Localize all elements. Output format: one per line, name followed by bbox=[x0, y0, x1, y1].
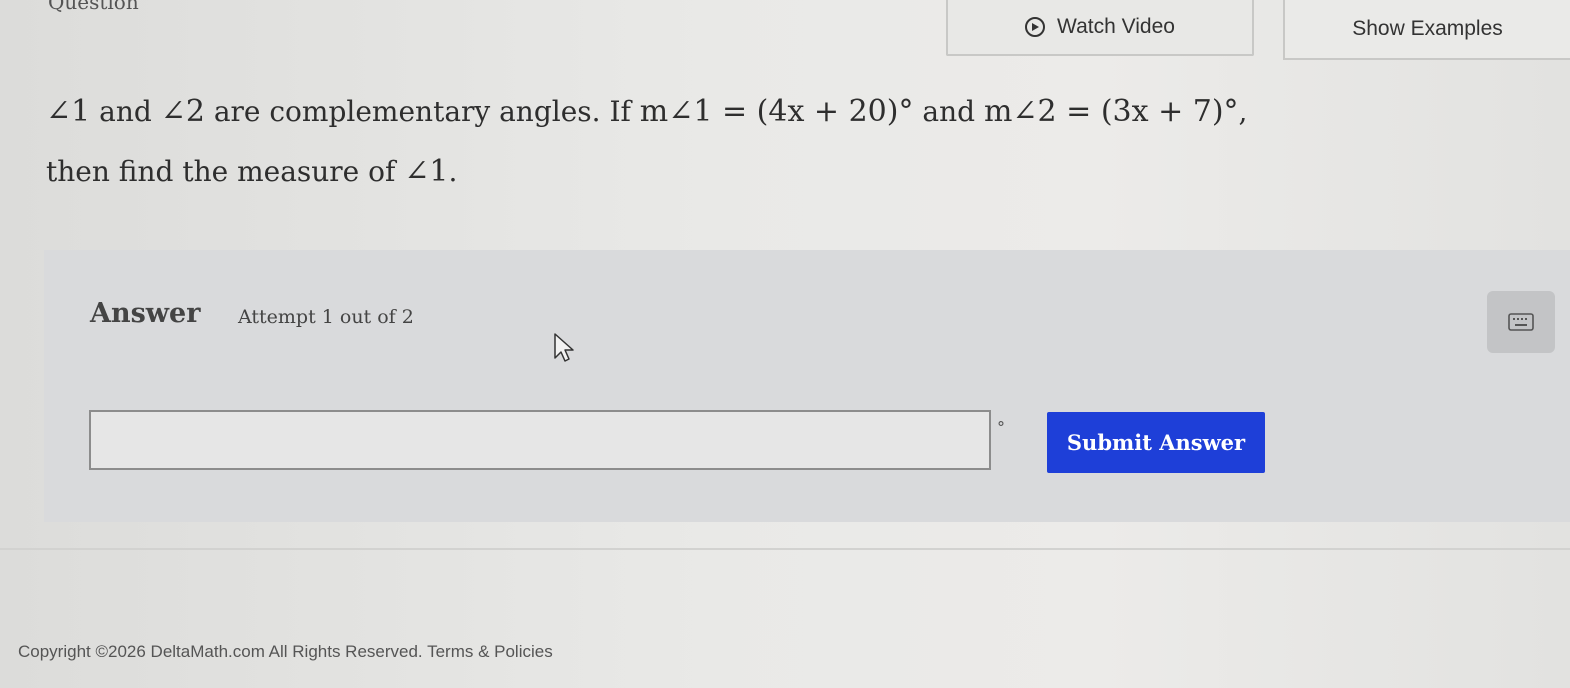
watch-video-label: Watch Video bbox=[1057, 15, 1175, 38]
keyboard-icon bbox=[1508, 313, 1534, 331]
section-label: Question bbox=[48, 0, 139, 14]
measure-angle-2: m∠2 = (3x + 7)° bbox=[983, 94, 1239, 129]
mouse-pointer-icon bbox=[554, 333, 574, 362]
question-and-2: and bbox=[913, 95, 984, 128]
question-and-1: and bbox=[90, 95, 161, 128]
footer: Copyright ©2026 DeltaMath.com All Rights… bbox=[18, 642, 553, 662]
answer-panel bbox=[44, 250, 1570, 522]
answer-input[interactable] bbox=[89, 410, 991, 470]
footer-divider bbox=[0, 548, 1570, 550]
question-line-1: ∠1 and ∠2 are complementary angles. If m… bbox=[46, 82, 1546, 142]
target-angle: ∠1 bbox=[404, 154, 449, 189]
submit-answer-button[interactable]: Submit Answer bbox=[1047, 412, 1265, 473]
question-text: ∠1 and ∠2 are complementary angles. If m… bbox=[46, 82, 1546, 202]
question-comma: , bbox=[1238, 95, 1248, 128]
show-examples-button[interactable]: Show Examples bbox=[1283, 0, 1570, 60]
keyboard-toggle-button[interactable] bbox=[1487, 291, 1555, 353]
degree-unit: ° bbox=[997, 418, 1005, 437]
terms-policies-link[interactable]: Terms & Policies bbox=[427, 642, 553, 661]
question-text-2: then find the measure of bbox=[46, 155, 405, 188]
attempt-counter: Attempt 1 out of 2 bbox=[238, 306, 414, 328]
measure-angle-1: m∠1 = (4x + 20)° bbox=[639, 94, 914, 129]
copyright-text: Copyright ©2026 DeltaMath.com All Rights… bbox=[18, 642, 423, 661]
play-circle-icon bbox=[1025, 17, 1046, 37]
watch-video-button[interactable]: Watch Video bbox=[946, 0, 1254, 56]
angle-2: ∠2 bbox=[160, 94, 205, 129]
question-line-2: then find the measure of ∠1. bbox=[46, 142, 1546, 202]
question-text-1: are complementary angles. If bbox=[204, 95, 640, 128]
angle-1: ∠1 bbox=[46, 94, 91, 129]
answer-title: Answer bbox=[90, 298, 201, 329]
question-period: . bbox=[448, 155, 458, 188]
show-examples-label: Show Examples bbox=[1352, 17, 1503, 40]
